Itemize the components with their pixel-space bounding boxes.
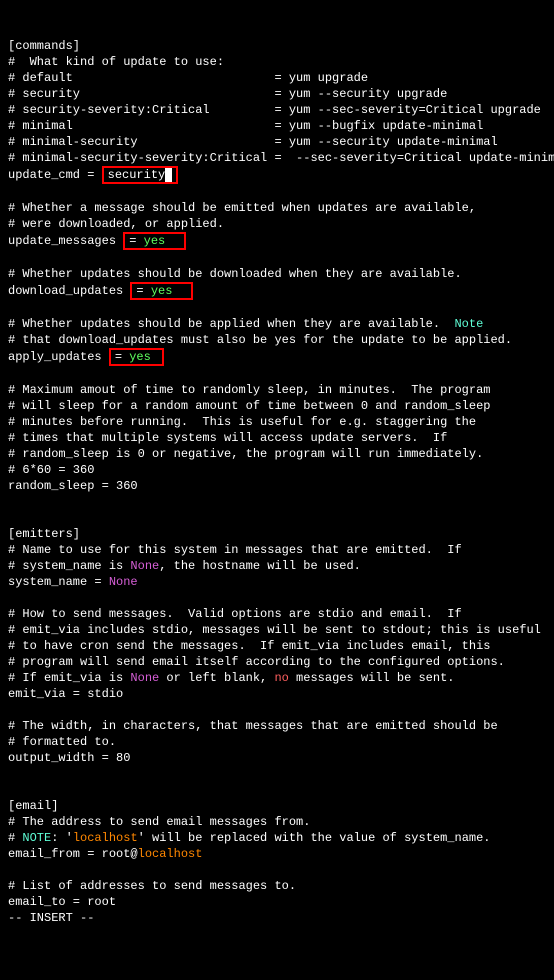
equals: = [129, 234, 143, 248]
apply-updates-highlight: = yes [109, 348, 164, 366]
no-keyword: no [274, 671, 288, 685]
comment: # that download_updates must also be yes… [8, 333, 512, 347]
comment: or left blank, [159, 671, 274, 685]
comment: # security-severity:Critical = yum --sec… [8, 103, 541, 117]
apply-updates-value[interactable]: yes [129, 350, 151, 364]
comment: # The width, in characters, that message… [8, 719, 498, 733]
section-email: [email] [8, 799, 58, 813]
comment: : ' [51, 831, 73, 845]
none-keyword: None [130, 671, 159, 685]
comment: , the hostname will be used. [159, 559, 361, 573]
vim-mode-indicator: -- INSERT -- [8, 911, 94, 925]
comment: # Whether updates should be applied when… [8, 317, 454, 331]
comment: # emit_via includes stdio, messages will… [8, 623, 541, 637]
update-cmd-highlight: security [102, 166, 179, 184]
random-sleep[interactable]: random_sleep = 360 [8, 479, 138, 493]
note-keyword: NOTE [22, 831, 51, 845]
comment: # minimal = yum --bugfix update-minimal [8, 119, 483, 133]
system-name-value[interactable]: None [109, 575, 138, 589]
output-width[interactable]: output_width = 80 [8, 751, 130, 765]
comment: # If emit_via is [8, 671, 130, 685]
terminal-output: [commands] # What kind of update to use:… [8, 38, 546, 926]
comment: # times that multiple systems will acces… [8, 431, 447, 445]
comment: ' will be replaced with the value of sys… [138, 831, 491, 845]
comment: # minimal-security-severity:Critical = -… [8, 151, 554, 165]
comment: # Whether a message should be emitted wh… [8, 201, 476, 215]
comment: # List of addresses to send messages to. [8, 879, 296, 893]
cursor [165, 168, 172, 182]
comment: # will sleep for a random amount of time… [8, 399, 490, 413]
equals: = [136, 284, 150, 298]
download-updates-value[interactable]: yes [151, 284, 173, 298]
update-cmd-key: update_cmd = [8, 168, 102, 182]
email-from-host[interactable]: localhost [138, 847, 203, 861]
download-updates-key: download_updates [8, 284, 130, 298]
comment: # program will send email itself accordi… [8, 655, 505, 669]
note-keyword: Note [454, 317, 483, 331]
none-keyword: None [130, 559, 159, 573]
email-to[interactable]: email_to = root [8, 895, 116, 909]
comment: # Name to use for this system in message… [8, 543, 462, 557]
email-from-key: email_from = root@ [8, 847, 138, 861]
update-messages-highlight: = yes [123, 232, 185, 250]
emit-via[interactable]: emit_via = stdio [8, 687, 123, 701]
comment: # security = yum --security upgrade [8, 87, 447, 101]
update-messages-value[interactable]: yes [144, 234, 166, 248]
comment: messages will be sent. [289, 671, 455, 685]
comment: # system_name is [8, 559, 130, 573]
section-commands: [commands] [8, 39, 80, 53]
update-messages-key: update_messages [8, 234, 123, 248]
comment: # 6*60 = 360 [8, 463, 94, 477]
update-cmd-value[interactable]: security [108, 168, 166, 182]
apply-updates-key: apply_updates [8, 350, 109, 364]
comment: # Whether updates should be downloaded w… [8, 267, 462, 281]
comment: # minutes before running. This is useful… [8, 415, 476, 429]
download-updates-highlight: = yes [130, 282, 192, 300]
comment: # random_sleep is 0 or negative, the pro… [8, 447, 483, 461]
comment: # [8, 831, 22, 845]
localhost-keyword: localhost [73, 831, 138, 845]
comment: # The address to send email messages fro… [8, 815, 310, 829]
comment: # were downloaded, or applied. [8, 217, 224, 231]
equals: = [115, 350, 129, 364]
comment: # What kind of update to use: [8, 55, 224, 69]
comment: # formatted to. [8, 735, 116, 749]
comment: # to have cron send the messages. If emi… [8, 639, 490, 653]
comment: # minimal-security = yum --security upda… [8, 135, 498, 149]
section-emitters: [emitters] [8, 527, 80, 541]
comment: # How to send messages. Valid options ar… [8, 607, 462, 621]
system-name-key: system_name = [8, 575, 109, 589]
comment: # Maximum amout of time to randomly slee… [8, 383, 490, 397]
comment: # default = yum upgrade [8, 71, 368, 85]
